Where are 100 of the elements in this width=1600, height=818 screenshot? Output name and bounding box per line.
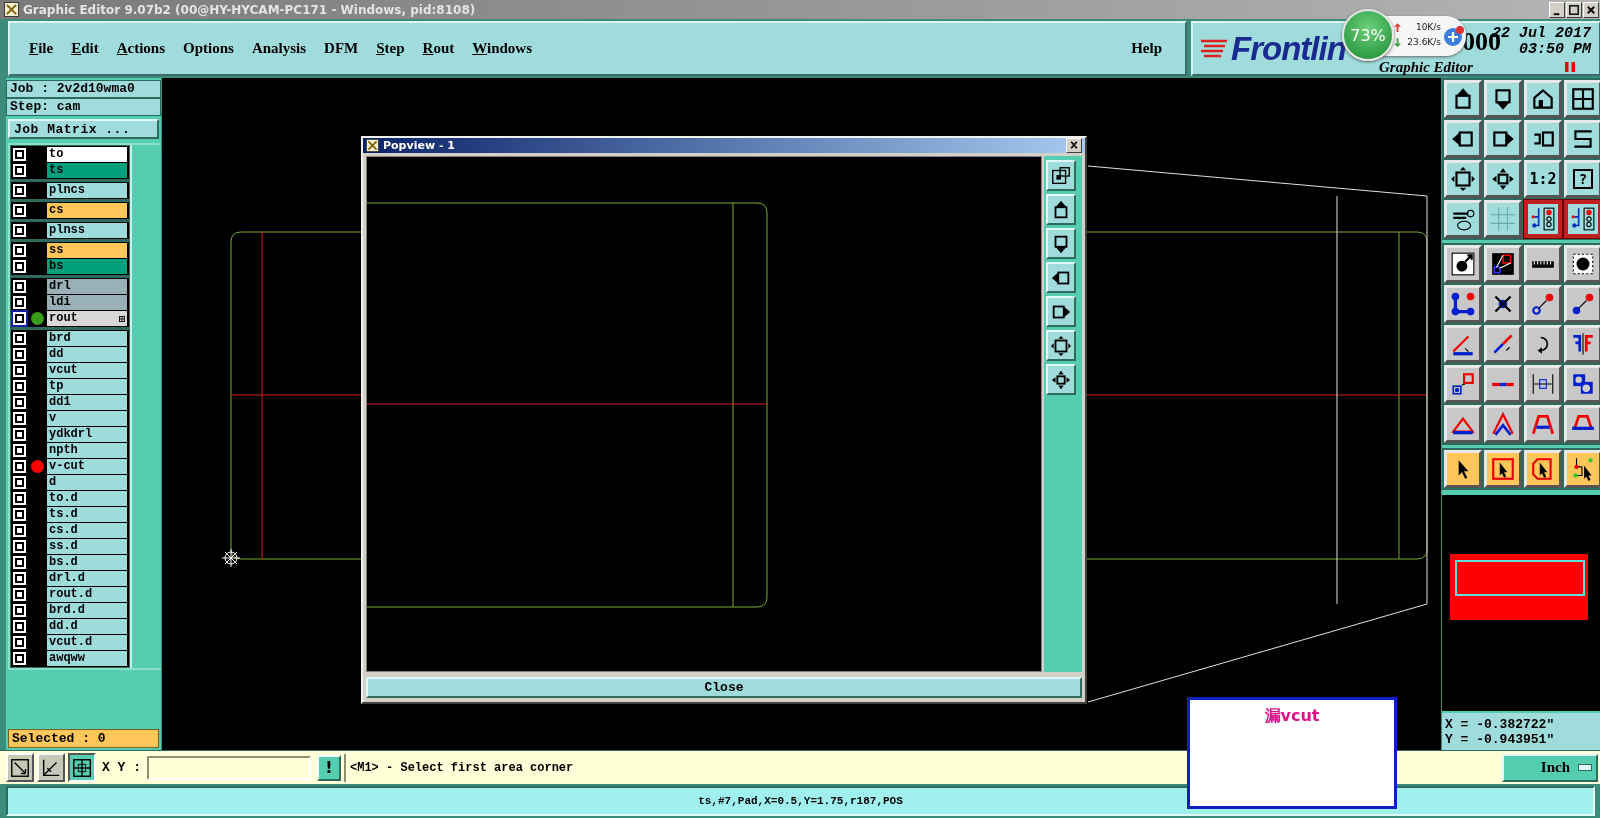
time-text: 03:50 PM [1519, 42, 1591, 58]
tool-button[interactable]: ? [1564, 160, 1600, 198]
dimension-icon [1530, 371, 1556, 397]
layer-toggle[interactable] [13, 280, 26, 293]
layer-name[interactable]: brd.d [47, 603, 127, 618]
layer-toggle[interactable] [13, 164, 26, 177]
mirror-icon [1570, 331, 1596, 357]
close-icon[interactable] [1583, 1, 1599, 18]
layer-name[interactable]: to.d [47, 491, 127, 506]
layer-toggle[interactable] [13, 204, 26, 217]
menu-item[interactable]: Actions [107, 40, 175, 57]
layer-toggle[interactable] [13, 224, 26, 237]
menu-item[interactable]: Edit [62, 40, 108, 57]
layer-name[interactable]: bs.d [47, 555, 127, 570]
layer-name[interactable]: ss [47, 243, 127, 258]
tool-button[interactable]: 1:2 [1524, 160, 1562, 198]
layer-toggle[interactable] [13, 428, 26, 441]
layer-toggle[interactable] [13, 508, 26, 521]
menu-item[interactable]: Rout [413, 40, 464, 57]
layer-name[interactable]: ts.d [47, 507, 127, 522]
tool-button[interactable] [68, 753, 96, 782]
layer-name[interactable]: drl.d [47, 571, 127, 586]
overlapping-squares-icon [1570, 371, 1596, 397]
layer-name[interactable]: plnss [47, 223, 127, 238]
help-menu[interactable]: Help [1122, 40, 1171, 57]
units-dropdown[interactable]: Inch [1502, 753, 1598, 782]
layer-toggle[interactable] [13, 148, 26, 161]
menu-item[interactable]: File [20, 40, 63, 57]
ruler-icon [1530, 259, 1556, 269]
layer-toggle[interactable] [13, 652, 26, 665]
layer-toggle[interactable] [13, 364, 26, 377]
app-icon [4, 2, 19, 17]
layer-name[interactable]: rout.d [47, 587, 127, 602]
plus-icon[interactable] [1443, 25, 1465, 47]
layer-toggle[interactable] [13, 412, 26, 425]
layer-name[interactable]: ldi [47, 295, 127, 310]
menu-item[interactable]: Analysis [242, 40, 316, 57]
maximize-icon[interactable] [1566, 1, 1582, 18]
layer-toggle[interactable] [13, 572, 26, 585]
layer-name[interactable]: ydkdrl [47, 427, 127, 442]
close-button[interactable]: Close [366, 677, 1082, 698]
layer-toggle[interactable] [13, 332, 26, 345]
layer-name[interactable]: vcut [47, 363, 127, 378]
layer-name[interactable]: bs [47, 259, 127, 274]
layer-toggle[interactable] [13, 636, 26, 649]
menu-item[interactable]: Step [367, 40, 414, 57]
layer-toggle[interactable] [13, 476, 26, 489]
tool-button[interactable] [1564, 200, 1600, 238]
layer-toggle[interactable] [13, 184, 26, 197]
close-icon[interactable] [1066, 138, 1082, 153]
layer-toggle[interactable] [13, 396, 26, 409]
selected-count: Selected : 0 [8, 729, 159, 748]
layer-toggle[interactable] [13, 296, 26, 309]
layer-name[interactable]: v [47, 411, 127, 426]
layer-toggle[interactable] [13, 540, 26, 553]
y-coordinate: Y = -0.943951" [1445, 731, 1556, 747]
layer-toggle[interactable] [13, 348, 26, 361]
layer-name[interactable]: brd [47, 331, 127, 346]
layer-name[interactable]: to [47, 147, 127, 162]
tool-button[interactable] [1524, 200, 1562, 238]
menu-item[interactable]: Options [174, 40, 243, 57]
layer-name[interactable]: awqww [47, 651, 127, 666]
layer-name[interactable]: cs.d [47, 523, 127, 538]
alert-button[interactable]: ! [317, 754, 341, 781]
layer-name[interactable]: v-cut [47, 459, 127, 474]
layer-name[interactable]: dd.d [47, 619, 127, 634]
layer-toggle[interactable] [13, 556, 26, 569]
layer-name[interactable]: ss.d [47, 539, 127, 554]
layer-toggle[interactable] [13, 244, 26, 257]
job-matrix-button[interactable]: Job Matrix ... [8, 119, 159, 139]
menu-item[interactable]: DFM [315, 40, 368, 57]
layer-toggle[interactable] [13, 260, 26, 273]
layer-name[interactable]: d [47, 475, 127, 490]
layer-toggle[interactable] [13, 524, 26, 537]
layer-toggle[interactable] [13, 460, 26, 473]
grid-box-icon [71, 756, 93, 779]
layer-toggle[interactable] [13, 604, 26, 617]
layer-name[interactable]: plncs [47, 183, 127, 198]
layer-name[interactable]: cs [47, 203, 127, 218]
coordinate-input[interactable] [147, 755, 311, 780]
minimize-icon[interactable] [1549, 1, 1565, 18]
layer-name[interactable]: npth [47, 443, 127, 458]
layer-name[interactable]: ts [47, 163, 127, 178]
layer-toggle[interactable] [13, 492, 26, 505]
layer-name[interactable]: dd1 [47, 395, 127, 410]
zoom-window-icon [1050, 164, 1072, 187]
layer-name[interactable]: tp [47, 379, 127, 394]
menu-item[interactable]: Windows [463, 40, 542, 57]
layer-toggle[interactable] [13, 380, 26, 393]
dot-arrow-icon [1570, 291, 1596, 317]
layer-toggle[interactable] [13, 444, 26, 457]
layer-toggle[interactable] [13, 312, 26, 325]
pause-icon[interactable] [1565, 62, 1575, 72]
layer-name[interactable]: rout [47, 311, 127, 326]
layer-toggle[interactable] [13, 588, 26, 601]
window-title: Popview - 1 [383, 139, 456, 152]
layer-toggle[interactable] [13, 620, 26, 633]
layer-name[interactable]: dd [47, 347, 127, 362]
layer-name[interactable]: drl [47, 279, 127, 294]
layer-name[interactable]: vcut.d [47, 635, 127, 650]
